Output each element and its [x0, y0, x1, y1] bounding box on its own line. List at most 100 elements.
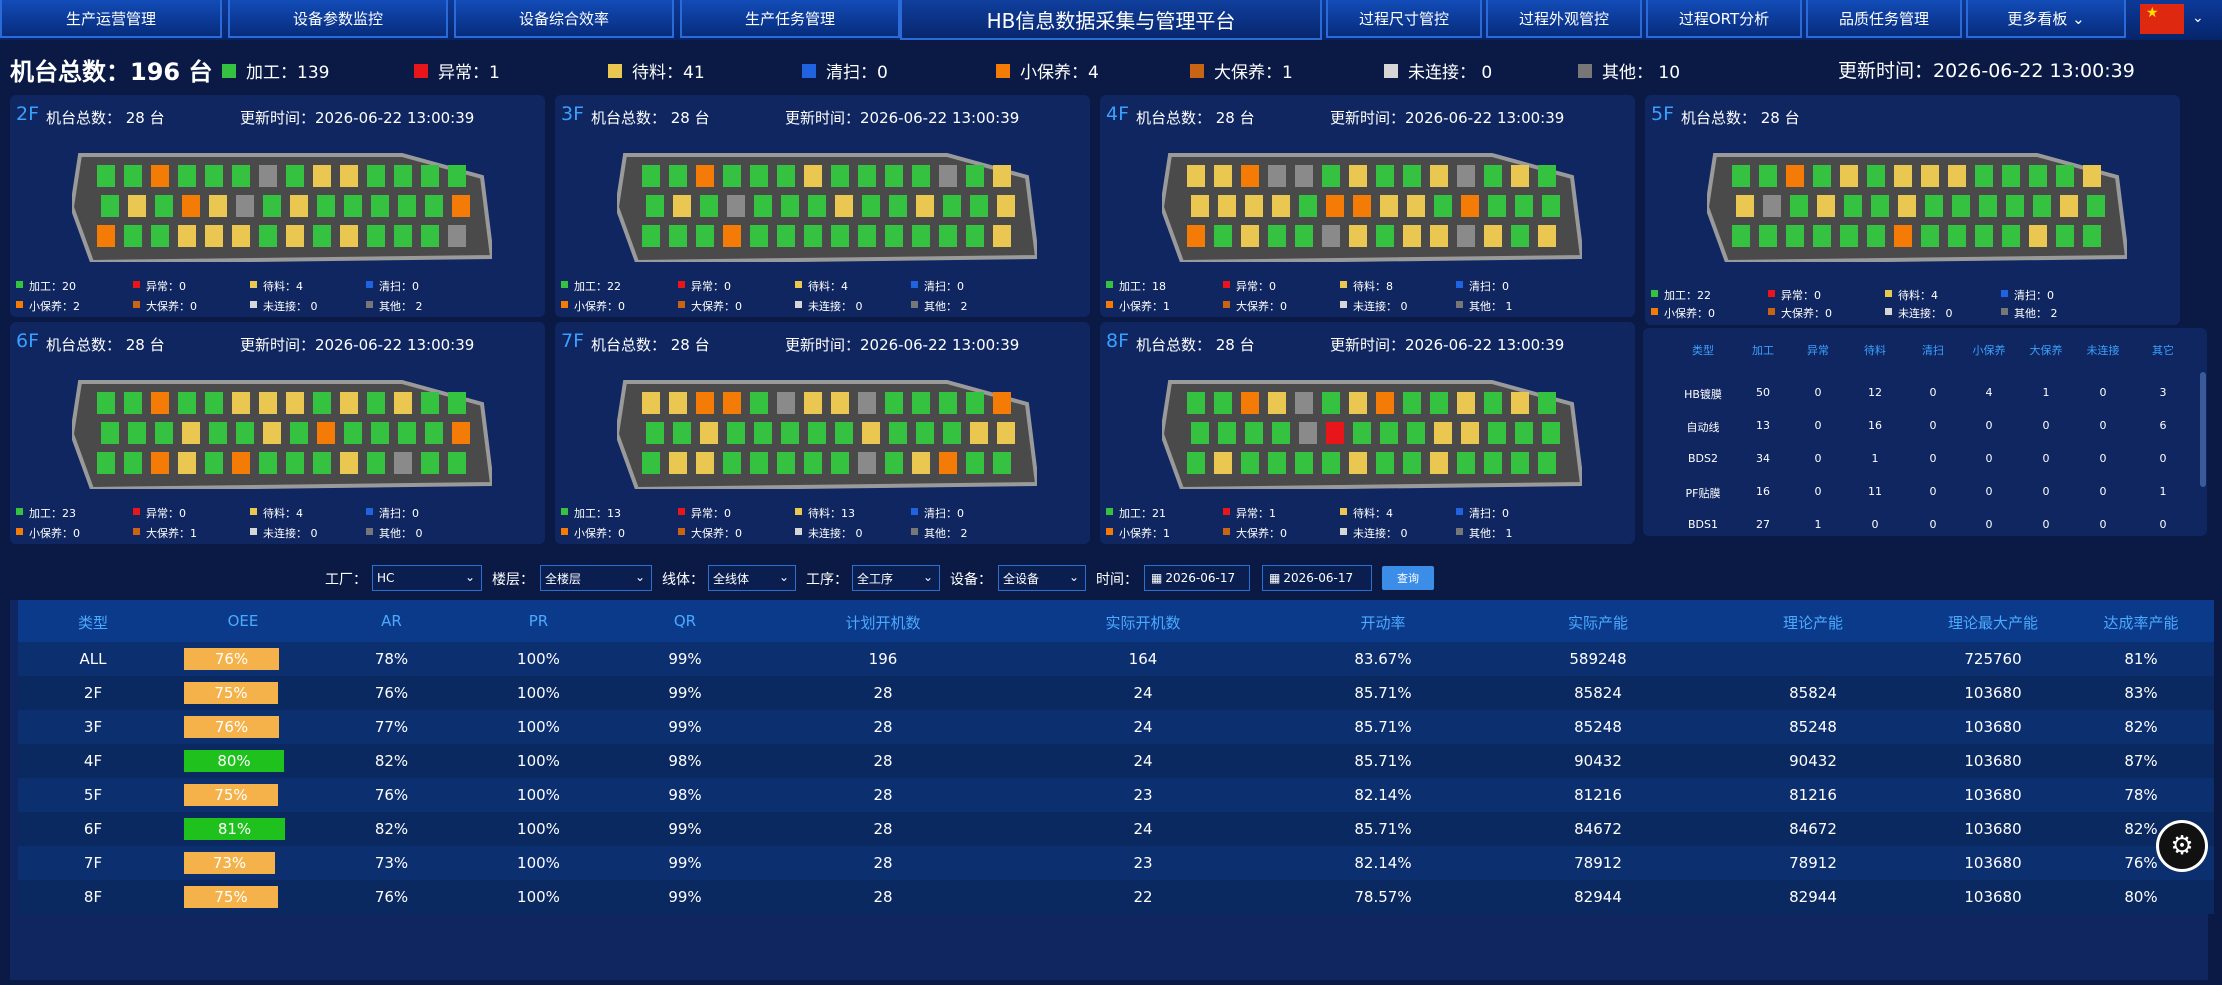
machine-block[interactable]	[1376, 165, 1394, 187]
machine-block[interactable]	[205, 392, 223, 414]
machine-block[interactable]	[425, 422, 443, 444]
machine-block[interactable]	[1353, 422, 1371, 444]
machine-block[interactable]	[1921, 165, 1939, 187]
machine-block[interactable]	[317, 422, 335, 444]
machine-block[interactable]	[966, 392, 984, 414]
machine-block[interactable]	[1840, 225, 1858, 247]
nav-production-ops[interactable]: 生产运营管理	[0, 0, 222, 38]
machine-block[interactable]	[151, 392, 169, 414]
machine-block[interactable]	[1299, 195, 1317, 217]
floor-panel-6f[interactable]: 6F 机台总数： 28 台 更新时间：2026-06-22 13:00:39 加工：2…	[10, 322, 545, 544]
machine-block[interactable]	[232, 165, 250, 187]
machine-block[interactable]	[259, 452, 277, 474]
machine-block[interactable]	[885, 225, 903, 247]
machine-block[interactable]	[1187, 452, 1205, 474]
floor-panel-2f[interactable]: 2F 机台总数： 28 台 更新时间：2026-06-22 13:00:39 加工：2…	[10, 95, 545, 317]
machine-block[interactable]	[750, 225, 768, 247]
machine-block[interactable]	[448, 225, 466, 247]
machine-block[interactable]	[1403, 452, 1421, 474]
machine-block[interactable]	[371, 195, 389, 217]
floor-panel-4f[interactable]: 4F 机台总数： 28 台 更新时间：2026-06-22 13:00:39 加工：1…	[1100, 95, 1635, 317]
machine-block[interactable]	[1898, 195, 1916, 217]
machine-block[interactable]	[997, 422, 1015, 444]
machine-block[interactable]	[1349, 452, 1367, 474]
machine-block[interactable]	[939, 165, 957, 187]
machine-block[interactable]	[1538, 452, 1556, 474]
machine-block[interactable]	[1322, 452, 1340, 474]
machine-block[interactable]	[1376, 392, 1394, 414]
machine-block[interactable]	[1241, 452, 1259, 474]
machine-block[interactable]	[1921, 225, 1939, 247]
start-date-picker[interactable]: ▦ 2026-06-17	[1144, 565, 1250, 591]
factory-select[interactable]: HC ⌄	[372, 565, 482, 591]
machine-block[interactable]	[97, 392, 115, 414]
machine-block[interactable]	[831, 392, 849, 414]
machine-block[interactable]	[155, 195, 173, 217]
machine-block[interactable]	[912, 392, 930, 414]
machine-block[interactable]	[1542, 422, 1560, 444]
machine-block[interactable]	[232, 392, 250, 414]
machine-block[interactable]	[1894, 225, 1912, 247]
machine-block[interactable]	[1322, 225, 1340, 247]
machine-block[interactable]	[970, 195, 988, 217]
machine-block[interactable]	[155, 422, 173, 444]
machine-block[interactable]	[997, 195, 1015, 217]
machine-block[interactable]	[1295, 165, 1313, 187]
machine-block[interactable]	[642, 165, 660, 187]
machine-block[interactable]	[642, 392, 660, 414]
machine-block[interactable]	[1484, 165, 1502, 187]
machine-block[interactable]	[421, 452, 439, 474]
machine-block[interactable]	[912, 225, 930, 247]
machine-block[interactable]	[939, 225, 957, 247]
machine-block[interactable]	[101, 422, 119, 444]
machine-block[interactable]	[912, 165, 930, 187]
machine-block[interactable]	[1322, 392, 1340, 414]
machine-block[interactable]	[1457, 452, 1475, 474]
machine-block[interactable]	[2087, 195, 2105, 217]
machine-block[interactable]	[1817, 195, 1835, 217]
machine-block[interactable]	[313, 392, 331, 414]
machine-block[interactable]	[1484, 452, 1502, 474]
machine-block[interactable]	[831, 452, 849, 474]
machine-block[interactable]	[1295, 452, 1313, 474]
machine-block[interactable]	[1488, 195, 1506, 217]
machine-block[interactable]	[723, 225, 741, 247]
machine-block[interactable]	[2006, 195, 2024, 217]
machine-block[interactable]	[777, 392, 795, 414]
machine-block[interactable]	[2056, 225, 2074, 247]
machine-block[interactable]	[1380, 195, 1398, 217]
machine-block[interactable]	[313, 165, 331, 187]
machine-block[interactable]	[286, 225, 304, 247]
machine-block[interactable]	[1511, 392, 1529, 414]
machine-block[interactable]	[781, 422, 799, 444]
machine-block[interactable]	[669, 225, 687, 247]
machine-block[interactable]	[317, 195, 335, 217]
machine-block[interactable]	[1952, 195, 1970, 217]
machine-block[interactable]	[696, 225, 714, 247]
machine-block[interactable]	[862, 195, 880, 217]
machine-block[interactable]	[646, 422, 664, 444]
machine-block[interactable]	[1407, 195, 1425, 217]
machine-block[interactable]	[178, 225, 196, 247]
machine-block[interactable]	[1461, 195, 1479, 217]
machine-block[interactable]	[2002, 225, 2020, 247]
oee-table-row[interactable]: 3F 76% 77% 100% 99% 28 24 85.71% 85248 85248 10368…	[18, 710, 2214, 744]
machine-block[interactable]	[452, 195, 470, 217]
floor-panel-7f[interactable]: 7F 机台总数： 28 台 更新时间：2026-06-22 13:00:39 加工：1…	[555, 322, 1090, 544]
machine-block[interactable]	[2083, 225, 2101, 247]
machine-block[interactable]	[966, 225, 984, 247]
machine-block[interactable]	[723, 452, 741, 474]
machine-block[interactable]	[804, 392, 822, 414]
machine-block[interactable]	[1488, 422, 1506, 444]
machine-block[interactable]	[344, 422, 362, 444]
machine-block[interactable]	[642, 225, 660, 247]
oee-table-row[interactable]: 4F 80% 82% 100% 98% 28 24 85.71% 90432 90432 10368…	[18, 744, 2214, 778]
machine-block[interactable]	[290, 422, 308, 444]
machine-block[interactable]	[1786, 225, 1804, 247]
machine-block[interactable]	[1214, 452, 1232, 474]
machine-block[interactable]	[259, 165, 277, 187]
machine-block[interactable]	[290, 195, 308, 217]
machine-block[interactable]	[263, 195, 281, 217]
machine-block[interactable]	[885, 452, 903, 474]
machine-block[interactable]	[124, 452, 142, 474]
